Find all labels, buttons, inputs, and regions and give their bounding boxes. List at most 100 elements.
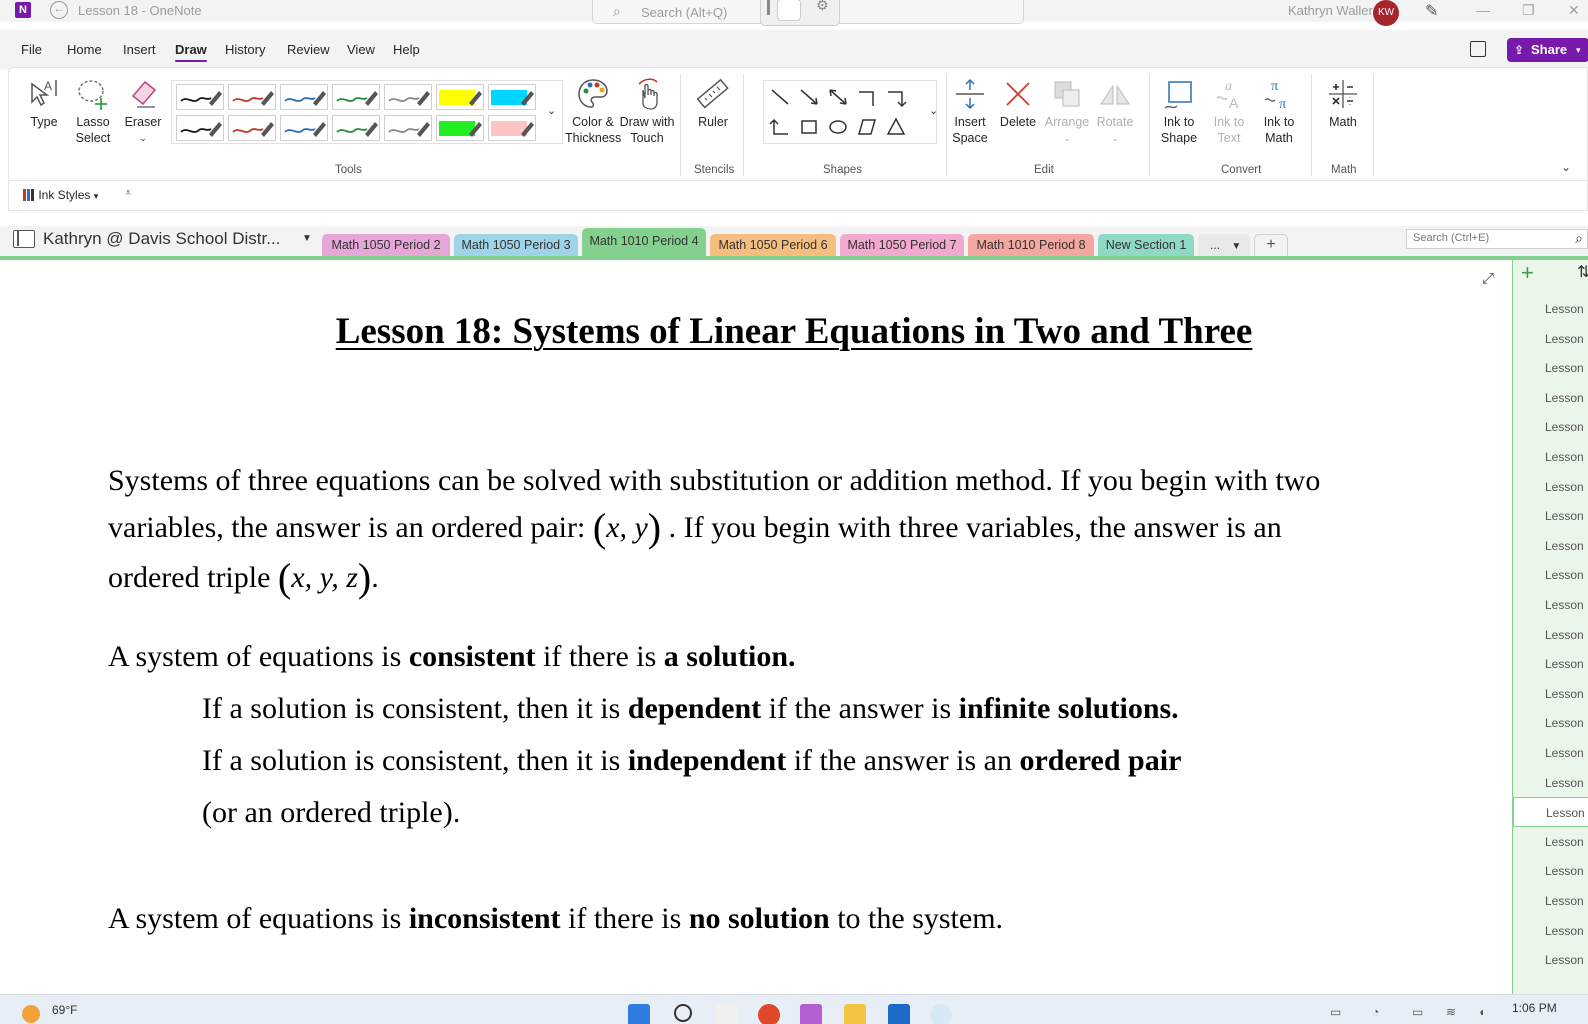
more-sections-button[interactable]: ... ▼ bbox=[1198, 234, 1250, 258]
ellipse-shape-icon[interactable] bbox=[824, 114, 852, 140]
notebook-dropdown-icon[interactable]: ▼ bbox=[302, 233, 312, 244]
sort-pages-icon[interactable]: ⇅ bbox=[1577, 262, 1588, 282]
shapes-gallery-more-icon[interactable]: ⌄ bbox=[929, 104, 938, 117]
ink-to-text-button[interactable]: a A Ink to Text bbox=[1207, 76, 1251, 146]
section-tab[interactable]: Math 1010 Period 4 bbox=[582, 228, 706, 258]
add-section-button[interactable]: + bbox=[1254, 234, 1288, 258]
independent-definition-cont[interactable]: (or an ordered triple). bbox=[202, 796, 460, 830]
color-thickness-button[interactable]: Color & Thickness bbox=[565, 76, 621, 146]
menu-insert[interactable]: Insert bbox=[123, 42, 156, 57]
triangle-shape-icon[interactable] bbox=[882, 114, 910, 140]
menu-file[interactable]: File bbox=[21, 42, 42, 57]
pen-swatch[interactable] bbox=[384, 84, 432, 110]
pen-swatch[interactable] bbox=[280, 84, 328, 110]
paragraph-line[interactable]: Systems of three equations can be solved… bbox=[108, 464, 1320, 498]
menu-help[interactable]: Help bbox=[393, 42, 420, 57]
line-shape-icon[interactable] bbox=[766, 84, 794, 110]
tray-icon[interactable]: ◔ bbox=[1372, 1005, 1379, 1019]
share-button[interactable]: ⇪ Share ▾ bbox=[1507, 38, 1588, 62]
corner-axis-shape-icon[interactable] bbox=[766, 114, 794, 140]
weather-sun-icon[interactable] bbox=[22, 1005, 40, 1023]
menu-home[interactable]: Home bbox=[67, 42, 102, 57]
page-canvas[interactable]: ⤢ Lesson 18: Systems of Linear Equations… bbox=[0, 260, 1512, 994]
pen-widget-handle[interactable] bbox=[767, 0, 770, 15]
pen-mode-icon[interactable]: ✎ bbox=[1425, 1, 1438, 21]
insert-space-button[interactable]: Insert Space bbox=[949, 76, 991, 146]
pen-swatch[interactable] bbox=[384, 115, 432, 141]
ruler-button[interactable]: Ruler bbox=[693, 76, 733, 130]
notebook-name[interactable]: Kathryn @ Davis School Distr... bbox=[43, 229, 280, 249]
menu-draw[interactable]: Draw bbox=[175, 42, 207, 62]
page-list-item[interactable]: Lesson bbox=[1513, 856, 1588, 886]
menu-view[interactable]: View bbox=[347, 42, 375, 57]
page-list-item[interactable]: Lesson bbox=[1513, 768, 1588, 798]
pen-swatch[interactable] bbox=[488, 115, 536, 141]
eraser-button[interactable]: Eraser ⌄ bbox=[123, 76, 163, 146]
page-list-item[interactable]: Lesson bbox=[1513, 649, 1588, 679]
weather-temperature[interactable]: 69°F bbox=[52, 1003, 77, 1017]
avatar[interactable]: KW bbox=[1373, 0, 1399, 26]
paragraph-line[interactable]: ordered triple (x, y, z). bbox=[108, 554, 379, 601]
axis-arrow-shape-icon[interactable] bbox=[882, 84, 910, 110]
double-arrow-shape-icon[interactable] bbox=[824, 84, 852, 110]
pen-swatch[interactable] bbox=[436, 115, 484, 141]
menu-history[interactable]: History bbox=[225, 42, 265, 57]
notebook-icon[interactable] bbox=[13, 230, 35, 248]
close-icon[interactable]: ✕ bbox=[1568, 2, 1580, 19]
arrange-button[interactable]: Arrange ⌄ bbox=[1043, 76, 1091, 146]
volume-icon[interactable]: ◖ bbox=[1478, 1005, 1485, 1019]
pen-gallery-more-icon[interactable]: ⌄ bbox=[547, 104, 556, 117]
dependent-definition[interactable]: If a solution is consistent, then it is … bbox=[202, 692, 1179, 726]
task-view-icon[interactable] bbox=[716, 1004, 738, 1024]
page-list-item[interactable]: Lesson bbox=[1513, 916, 1588, 946]
ink-to-math-button[interactable]: π π Ink to Math bbox=[1257, 76, 1301, 146]
section-tab[interactable]: Math 1050 Period 6 bbox=[710, 234, 836, 258]
page-list-item[interactable]: Lesson bbox=[1513, 353, 1588, 383]
consistent-definition[interactable]: A system of equations is consistent if t… bbox=[108, 640, 796, 674]
rotate-dropdown-icon[interactable]: ⌄ bbox=[1093, 130, 1137, 146]
page-list-item[interactable]: Lesson bbox=[1513, 827, 1588, 857]
tray-icon[interactable]: ▭ bbox=[1412, 1005, 1423, 1019]
page-list-item[interactable]: Lesson bbox=[1513, 412, 1588, 442]
collapse-ribbon-icon[interactable]: ⌄ bbox=[1561, 160, 1571, 174]
page-list-item[interactable]: Lesson bbox=[1513, 383, 1588, 413]
rectangle-shape-icon[interactable] bbox=[795, 114, 823, 140]
gear-icon[interactable]: ⚙ bbox=[816, 0, 829, 14]
page-list-item[interactable]: Lesson bbox=[1513, 531, 1588, 561]
pen-swatch[interactable] bbox=[176, 84, 224, 110]
lasso-select-button[interactable]: Lasso Select bbox=[71, 76, 115, 146]
inconsistent-definition[interactable]: A system of equations is inconsistent if… bbox=[108, 902, 1003, 936]
page-list-item[interactable]: Lesson bbox=[1513, 620, 1588, 650]
page-list-item[interactable]: Lesson bbox=[1513, 501, 1588, 531]
page-list-item[interactable]: Lesson bbox=[1513, 472, 1588, 502]
pen-swatch[interactable] bbox=[228, 84, 276, 110]
add-page-icon[interactable]: + bbox=[1521, 260, 1534, 286]
page-list-item[interactable]: Lesson bbox=[1513, 945, 1588, 975]
wifi-icon[interactable]: ≋ bbox=[1446, 1005, 1456, 1019]
minimize-icon[interactable]: — bbox=[1476, 2, 1490, 18]
page-list-item[interactable]: Lesson bbox=[1513, 560, 1588, 590]
section-tab[interactable]: Math 1050 Period 7 bbox=[840, 234, 964, 258]
pen-swatch[interactable] bbox=[280, 115, 328, 141]
customize-toolbar-icon[interactable]: ⩡ bbox=[125, 187, 131, 200]
pen-swatch[interactable] bbox=[436, 84, 484, 110]
section-tab[interactable]: Math 1010 Period 8 bbox=[968, 234, 1094, 258]
page-title[interactable]: Lesson 18: Systems of Linear Equations i… bbox=[0, 310, 1512, 353]
restore-icon[interactable]: ❐ bbox=[1522, 2, 1535, 19]
section-tab[interactable]: Math 1050 Period 2 bbox=[322, 234, 450, 258]
draw-with-touch-button[interactable]: Draw with Touch bbox=[619, 76, 675, 146]
independent-definition[interactable]: If a solution is consistent, then it is … bbox=[202, 744, 1181, 778]
pen-toolbar-widget[interactable]: ⚙ bbox=[760, 0, 840, 26]
file-explorer-icon[interactable] bbox=[844, 1004, 866, 1024]
arrow-shape-icon[interactable] bbox=[795, 84, 823, 110]
search-icon[interactable]: ⌕ bbox=[1575, 230, 1583, 247]
pen-swatch[interactable] bbox=[332, 115, 380, 141]
page-list-item[interactable]: Lesson bbox=[1513, 679, 1588, 709]
edge-icon[interactable] bbox=[930, 1004, 952, 1024]
parallelogram-shape-icon[interactable] bbox=[853, 114, 881, 140]
ink-styles-dropdown[interactable]: Ink Styles ▾ bbox=[23, 188, 98, 202]
expand-icon[interactable]: ⤢ bbox=[1482, 270, 1494, 287]
type-button[interactable]: A Type bbox=[25, 76, 63, 130]
onenote-taskbar-icon[interactable] bbox=[800, 1004, 822, 1024]
page-list-item[interactable]: Lesson bbox=[1513, 708, 1588, 738]
